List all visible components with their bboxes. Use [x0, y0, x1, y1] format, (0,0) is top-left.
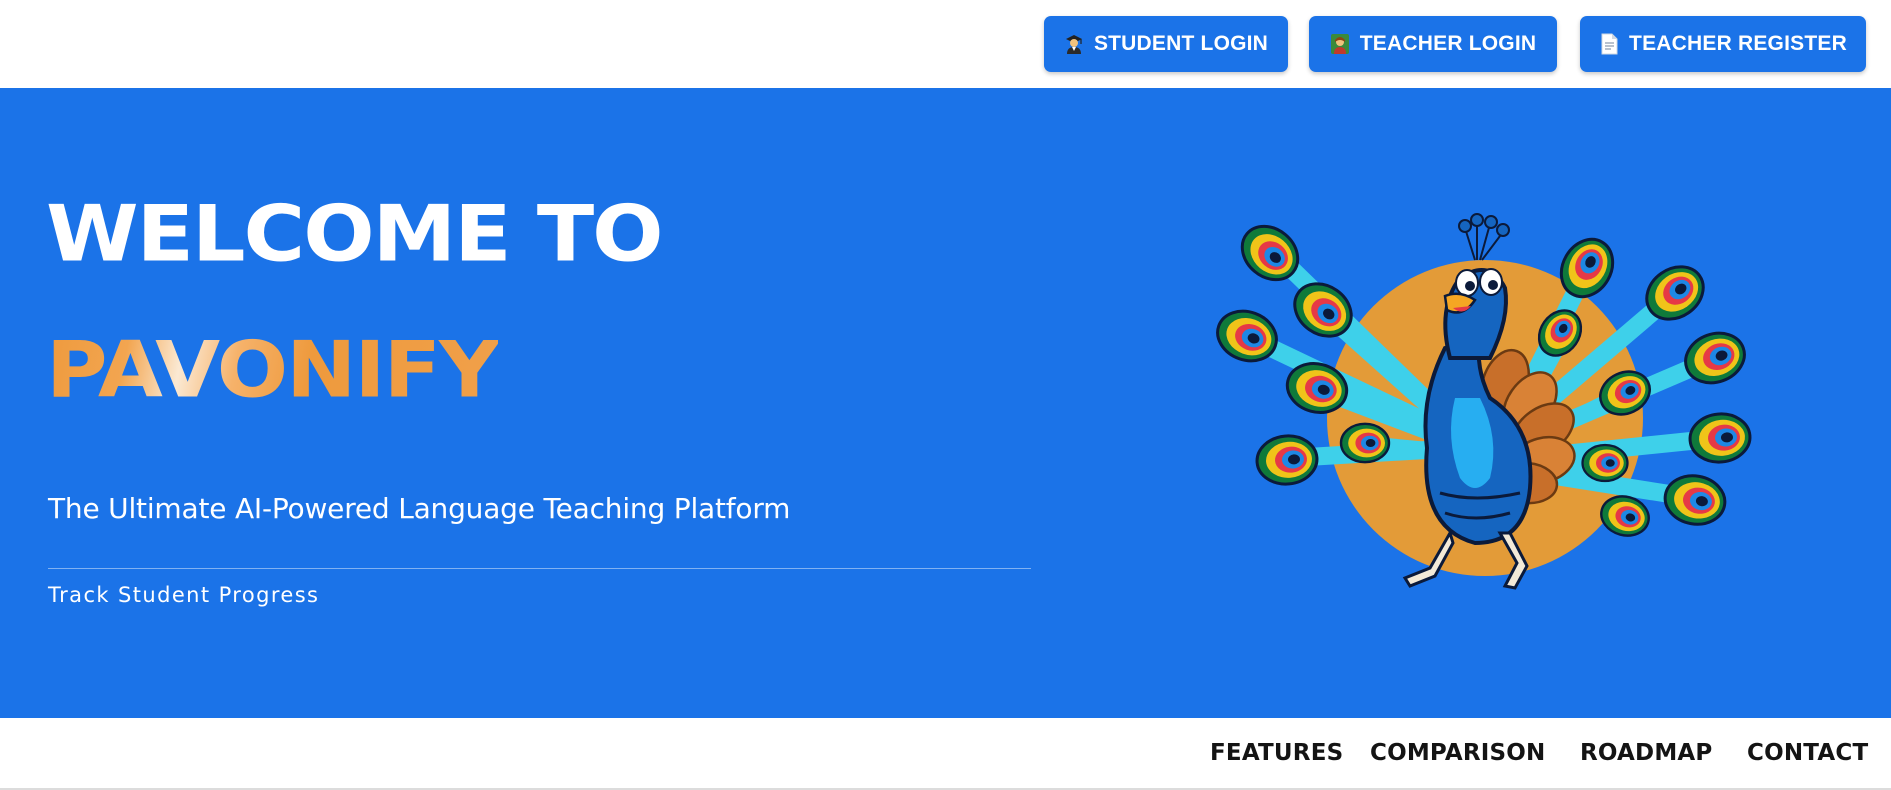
teacher-login-label: TEACHER LOGIN [1359, 32, 1537, 55]
student-login-button[interactable]: STUDENT LOGIN [1044, 16, 1288, 72]
hero-tagline: Track Student Progress [48, 583, 320, 607]
teacher-icon [1330, 33, 1350, 55]
section-nav: FEATURES COMPARISON ROADMAP CONTACT [0, 718, 1891, 790]
nav-features[interactable]: FEATURES [1210, 740, 1343, 766]
brand-name: PAVONIFY [46, 324, 500, 415]
hero-subtitle: The Ultimate AI-Powered Language Teachin… [48, 492, 791, 525]
nav-roadmap[interactable]: ROADMAP [1580, 740, 1712, 766]
hero-section: WELCOME TO PAVONIFY The Ultimate AI-Powe… [0, 88, 1891, 718]
teacher-login-button[interactable]: TEACHER LOGIN [1309, 16, 1557, 72]
nav-comparison[interactable]: COMPARISON [1370, 740, 1546, 766]
teacher-register-button[interactable]: TEACHER REGISTER [1580, 16, 1866, 72]
hero-divider [48, 568, 1031, 569]
student-login-label: STUDENT LOGIN [1093, 32, 1269, 55]
nav-contact[interactable]: CONTACT [1747, 740, 1868, 766]
top-bar: STUDENT LOGIN TEACHER LOGIN TEACHER REGI… [0, 0, 1891, 88]
graduate-icon [1064, 33, 1084, 55]
hero-title: WELCOME TO [46, 188, 664, 279]
teacher-register-label: TEACHER REGISTER [1629, 32, 1847, 55]
peacock-mascot [1205, 198, 1765, 618]
document-icon [1599, 33, 1619, 55]
